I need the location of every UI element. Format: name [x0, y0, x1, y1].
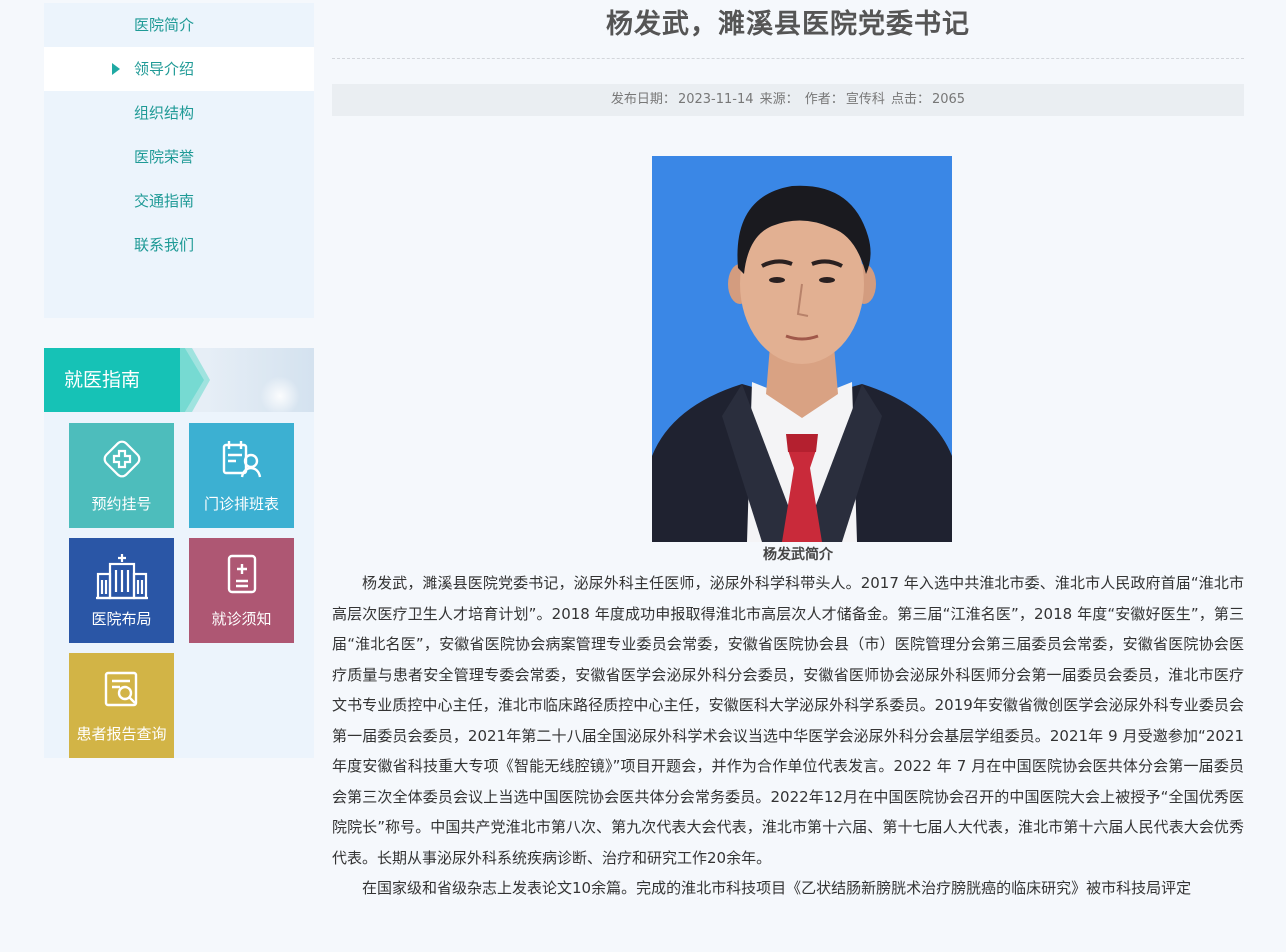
photo-caption: 杨发武简介	[763, 547, 833, 563]
tile-label: 患者报告查询	[76, 725, 167, 743]
report-search-icon	[69, 667, 174, 711]
guide-header: 就医指南	[44, 348, 314, 412]
author: 宣传科	[845, 92, 885, 107]
sidebar-item-leaders[interactable]: 领导介绍	[44, 47, 314, 91]
appointment-tile[interactable]: 预约挂号	[69, 423, 174, 528]
medical-cross-icon	[69, 437, 174, 481]
tile-label: 就诊须知	[211, 610, 272, 628]
sidebar-item-label: 领导介绍	[134, 60, 195, 78]
visit-notice-tile[interactable]: 就诊须知	[189, 538, 294, 643]
sidebar-item-label: 联系我们	[134, 236, 195, 254]
schedule-tile[interactable]: 门诊排班表	[189, 423, 294, 528]
tile-label: 医院布局	[91, 610, 152, 628]
sidebar-item-label: 组织结构	[134, 104, 195, 122]
article-body: 杨发武，濉溪县医院党委书记，泌尿外科主任医师，泌尿外科学科带头人。2017 年入…	[332, 568, 1244, 904]
author-label: 作者：	[804, 92, 844, 107]
source-label: 来源：	[759, 92, 799, 107]
sidebar-item-label: 医院简介	[134, 16, 195, 34]
sidebar-item-intro[interactable]: 医院简介	[44, 3, 314, 47]
sidebar-menu: 医院简介 领导介绍 组织结构 医院荣誉 交通指南 联系我们	[44, 3, 314, 318]
title-divider	[332, 58, 1244, 59]
clicks-label: 点击：	[890, 92, 930, 107]
article-meta: 发布日期： 2023-11-14 来源： 作者： 宣传科 点击： 2065	[332, 84, 1244, 116]
date-label: 发布日期：	[610, 92, 676, 107]
sidebar-item-organization[interactable]: 组织结构	[44, 91, 314, 135]
hospital-building-icon	[69, 552, 174, 600]
tile-label: 预约挂号	[91, 495, 152, 513]
medical-guide-panel: 就医指南 预约挂号 门诊排班表 医院布局 就诊须知 患者报告查询	[44, 348, 314, 758]
guide-title: 就医指南	[64, 369, 141, 391]
report-query-tile[interactable]: 患者报告查询	[69, 653, 174, 758]
active-arrow-icon	[112, 63, 120, 75]
publish-date: 2023-11-14	[677, 92, 754, 107]
tile-label: 门诊排班表	[203, 495, 279, 513]
article-paragraph: 杨发武，濉溪县医院党委书记，泌尿外科主任医师，泌尿外科学科带头人。2017 年入…	[332, 574, 1244, 867]
portrait-photo	[652, 156, 952, 542]
sidebar-item-label: 交通指南	[134, 192, 195, 210]
sidebar-item-traffic[interactable]: 交通指南	[44, 179, 314, 223]
sidebar-item-honors[interactable]: 医院荣誉	[44, 135, 314, 179]
hospital-layout-tile[interactable]: 医院布局	[69, 538, 174, 643]
sidebar-item-contact[interactable]: 联系我们	[44, 223, 314, 267]
click-count: 2065	[931, 92, 966, 107]
schedule-icon	[189, 437, 294, 481]
sidebar-item-label: 医院荣誉	[134, 148, 195, 166]
article-title: 杨发武，濉溪县医院党委书记	[606, 9, 970, 40]
notice-icon	[189, 552, 294, 596]
article-paragraph: 在国家级和省级杂志上发表论文10余篇。完成的淮北市科技项目《乙状结肠新膀胱术治疗…	[362, 879, 1192, 897]
